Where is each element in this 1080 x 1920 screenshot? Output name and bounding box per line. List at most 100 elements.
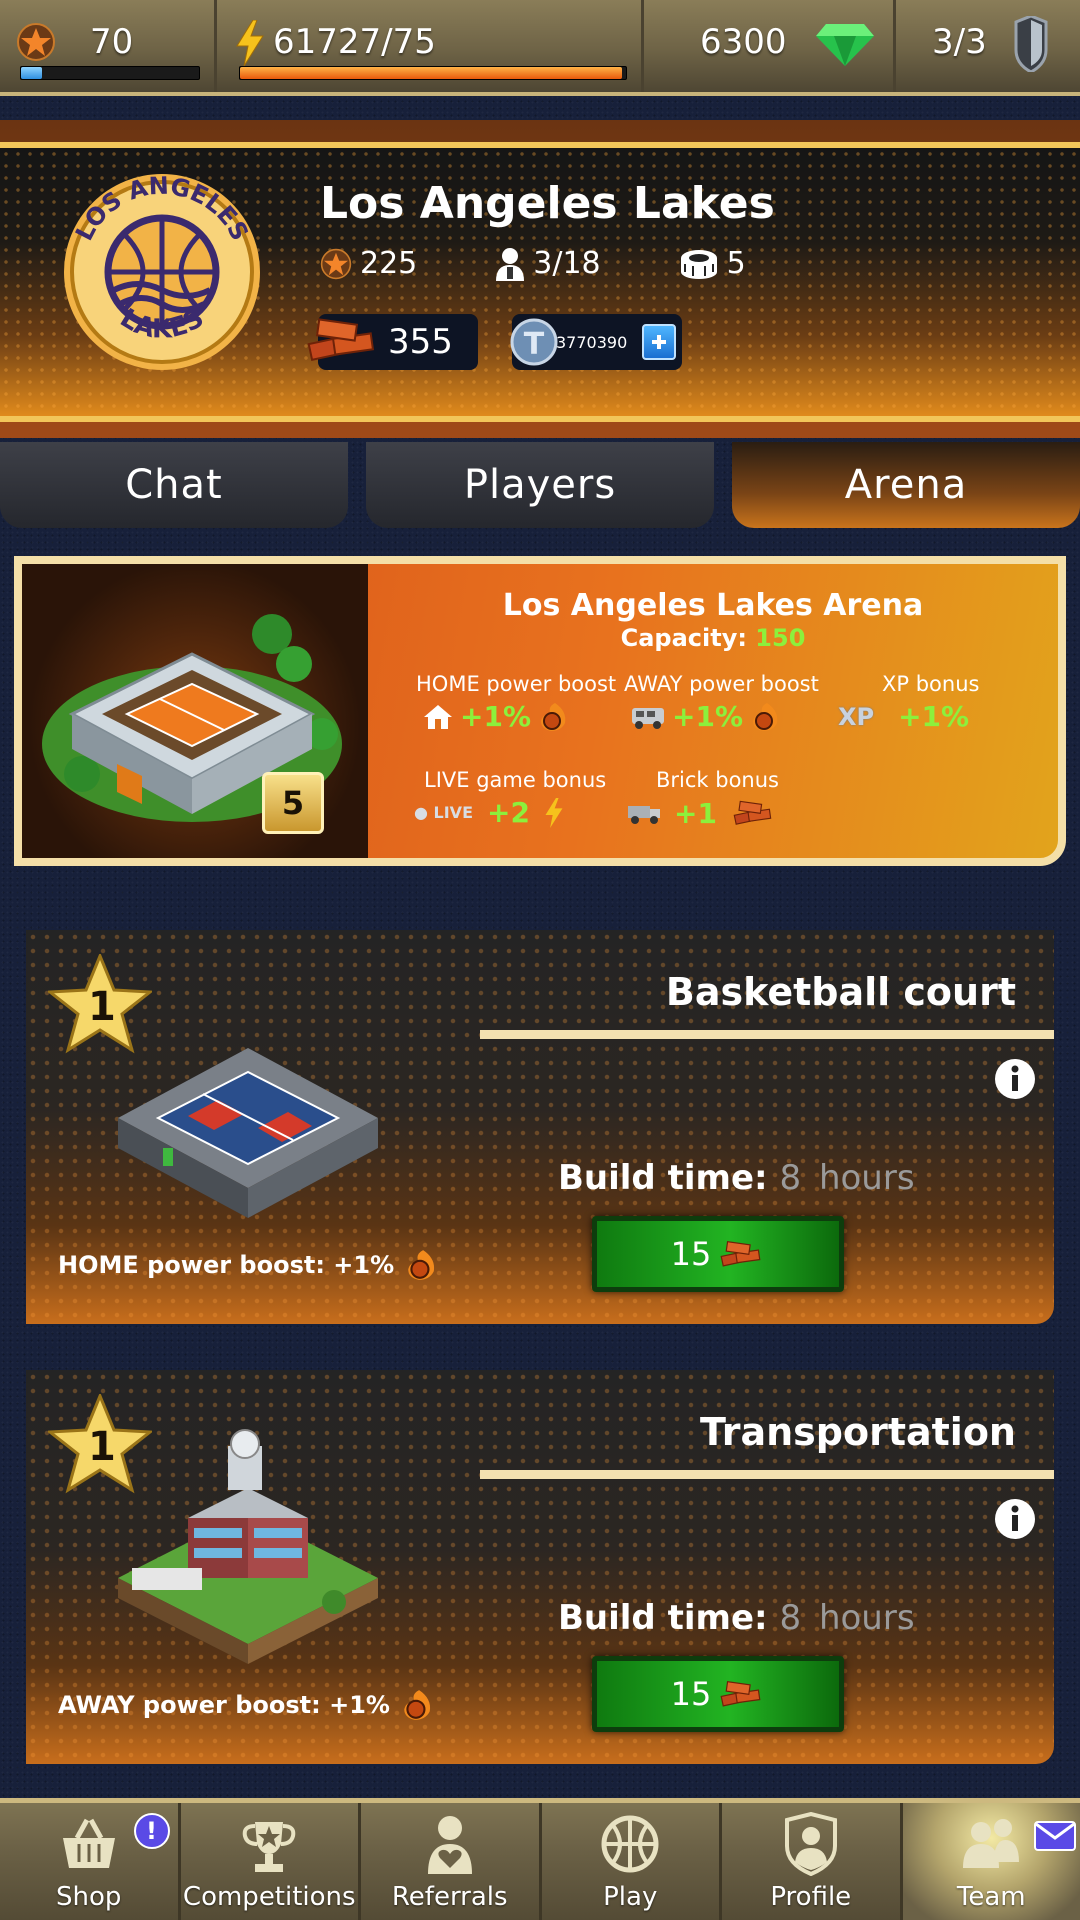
bricks-value: 355 <box>388 322 453 362</box>
fire-ball-icon <box>408 1250 435 1280</box>
build-time-label: Build time: <box>558 1598 768 1638</box>
rating-star-icon <box>320 248 352 279</box>
brick-bonus-label: Brick bonus <box>656 768 779 792</box>
arena-capacity: Capacity: 150 <box>368 624 1058 652</box>
building-title: Transportation <box>699 1410 1016 1454</box>
building-card-transportation: 1 Transportation Build time: 8 hours 15 … <box>26 1370 1054 1764</box>
mail-icon[interactable] <box>1034 1821 1076 1851</box>
build-time-unit: hours <box>818 1158 915 1198</box>
logo-bottom-text: LAKES <box>115 303 209 344</box>
arena-title: Los Angeles Lakes Arena <box>502 588 924 623</box>
bricks-icon <box>733 800 772 825</box>
nav-profile[interactable]: Profile <box>722 1803 903 1920</box>
level-progress-bar <box>20 66 200 80</box>
building-card-basketball-court: 1 Basketball court Build time: 8 hours 1… <box>26 930 1054 1324</box>
team-icon <box>963 1819 1020 1868</box>
shield-value: 3/3 <box>932 22 987 62</box>
building-boost: AWAY power boost: +1% <box>58 1688 434 1722</box>
bricks-icon <box>720 1240 761 1267</box>
build-time-label: Build time: <box>558 1158 768 1198</box>
shield-section[interactable]: 3/3 <box>896 0 1080 92</box>
trophy-icon <box>242 1822 296 1872</box>
shop-alert-badge: ! <box>133 1813 170 1849</box>
build-button[interactable]: 15 <box>592 1656 844 1732</box>
team-banner: LOS ANGELES LAKES Los Angeles Lakes 225 … <box>0 142 1080 422</box>
xp-bonus-value: +1% <box>898 700 970 733</box>
tab-players[interactable]: Players <box>366 442 714 528</box>
building-boost: HOME power boost: +1% <box>58 1248 438 1282</box>
bus-icon <box>632 707 664 729</box>
away-boost: +1% <box>630 700 781 733</box>
info-icon[interactable] <box>994 1058 1036 1100</box>
nav-competitions-label: Competitions <box>182 1882 356 1912</box>
home-icon <box>424 704 452 729</box>
nav-referrals[interactable]: Referrals <box>361 1803 542 1920</box>
xp-bonus: XP +1% <box>838 700 969 733</box>
brick-bonus: +1 <box>626 796 777 830</box>
add-coins-button[interactable] <box>642 324 676 360</box>
nav-play-label: Play <box>603 1882 658 1912</box>
live-bonus: ● LIVE +2 <box>414 796 564 829</box>
nav-team[interactable]: Team <box>902 1803 1080 1920</box>
tab-chat-label: Chat <box>125 462 223 508</box>
title-divider <box>480 1470 1054 1479</box>
build-button[interactable]: 15 <box>592 1216 844 1292</box>
build-time-value: 8 <box>779 1158 802 1198</box>
live-bonus-label: LIVE game bonus <box>424 768 607 792</box>
build-time: Build time: 8 hours <box>558 1158 915 1198</box>
bricks-icon <box>307 318 375 361</box>
build-time-unit: hours <box>818 1598 915 1638</box>
players-value: 3/18 <box>533 246 601 281</box>
arena-level-stat: 5 <box>679 246 746 281</box>
svg-text:LAKES: LAKES <box>115 303 209 344</box>
player-icon <box>496 247 525 281</box>
status-bar: 70 61727/75 6300 3/3 <box>0 0 1080 96</box>
level-section[interactable]: 70 <box>0 0 217 92</box>
bricks-pill[interactable]: 355 <box>307 314 478 370</box>
home-boost-value: +1% <box>460 700 531 733</box>
transportation-image <box>118 1429 378 1664</box>
arena-card: 5 Los Angeles Lakes Arena Capacity: 150 … <box>14 556 1066 866</box>
build-time: Build time: 8 hours <box>558 1598 915 1638</box>
level-value: 70 <box>90 22 134 62</box>
plus-icon <box>652 335 666 349</box>
fire-ball-icon <box>541 702 566 731</box>
arena-level-value: 5 <box>726 246 746 281</box>
nav-play[interactable]: Play <box>542 1803 722 1920</box>
rating-stat: 225 <box>320 246 417 281</box>
live-bonus-value: +2 <box>487 796 530 829</box>
energy-progress-bar <box>239 66 627 80</box>
rating-value: 225 <box>360 246 418 281</box>
nav-shop-label: Shop <box>56 1882 122 1912</box>
home-boost-label: HOME power boost <box>416 672 617 696</box>
coins-value: 3770390 <box>556 332 628 352</box>
team-logo[interactable]: LOS ANGELES LAKES <box>62 172 262 372</box>
level-star-icon <box>17 23 55 61</box>
nav-competitions[interactable]: Competitions <box>181 1803 361 1920</box>
shop-alert-text: ! <box>146 1817 157 1845</box>
bottom-navigation: ! Shop Competitions Referrals Play Profi… <box>0 1798 1080 1920</box>
tab-arena[interactable]: Arena <box>732 442 1080 528</box>
title-divider <box>480 1030 1054 1039</box>
xp-icon: XP <box>838 702 875 731</box>
gems-section[interactable]: 6300 <box>644 0 896 92</box>
tab-players-label: Players <box>463 462 617 508</box>
building-title: Basketball court <box>665 970 1016 1014</box>
tab-chat[interactable]: Chat <box>0 442 348 528</box>
basketball-court-image <box>118 1048 378 1218</box>
build-cost: 15 <box>670 1675 712 1713</box>
nav-shop[interactable]: ! Shop <box>0 1803 181 1920</box>
info-icon[interactable] <box>994 1498 1036 1540</box>
building-boost-label: HOME power boost: +1% <box>58 1251 395 1279</box>
away-boost-label: AWAY power boost <box>624 672 819 696</box>
coins-pill[interactable]: T 3770390 <box>510 314 682 370</box>
build-time-value: 8 <box>779 1598 802 1638</box>
energy-value: 61727/75 <box>273 22 436 62</box>
truck-icon <box>628 806 660 824</box>
bricks-icon <box>720 1680 761 1707</box>
gems-value: 6300 <box>700 22 787 62</box>
energy-section[interactable]: 61727/75 <box>217 0 644 92</box>
tab-arena-label: Arena <box>844 462 968 508</box>
team-stats: 225 3/18 5 <box>320 246 746 281</box>
brick-bonus-value: +1 <box>674 796 717 830</box>
